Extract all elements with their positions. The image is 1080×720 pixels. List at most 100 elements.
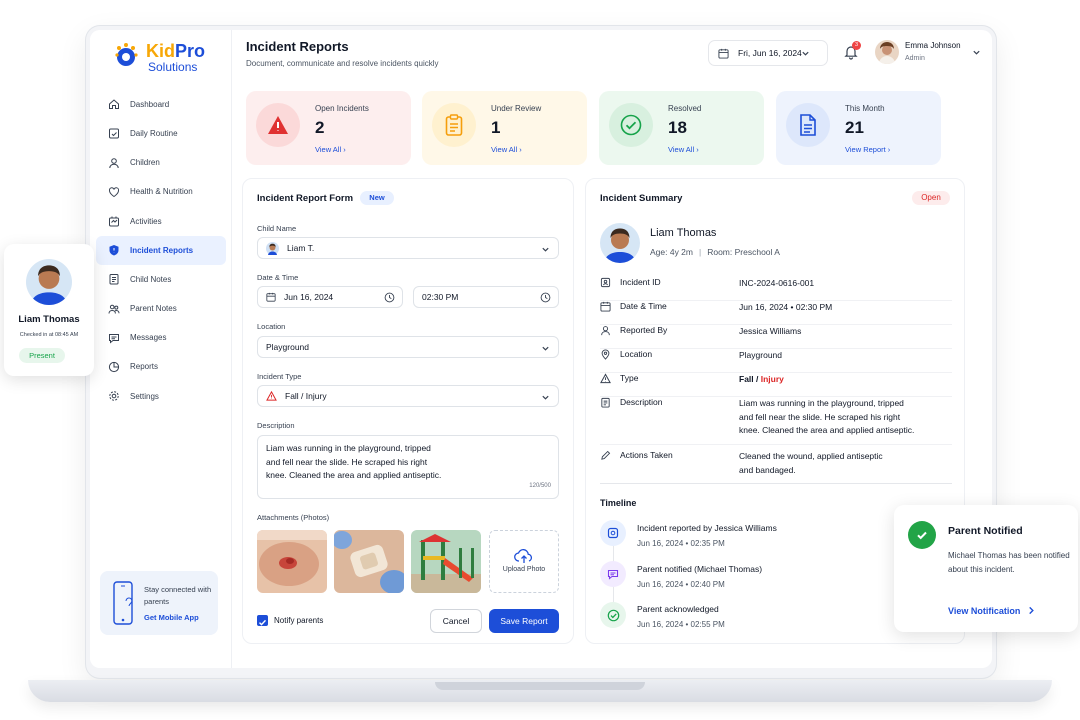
note-icon: [109, 274, 119, 285]
view-report-link[interactable]: View Report ›: [845, 145, 890, 154]
logo[interactable]: KidPro Solutions: [112, 38, 222, 74]
upload-photo-button[interactable]: Upload Photo: [489, 530, 559, 593]
description-line: and fell near the slide. He scraped his …: [266, 456, 428, 467]
cancel-button[interactable]: Cancel: [430, 609, 482, 633]
stat-open-incidents: Open Incidents 2 View All ›: [246, 91, 411, 165]
timeline-date: Jun 16, 2024 • 02:40 PM: [637, 580, 725, 589]
stat-value: 21: [845, 118, 864, 137]
toast-body: Michael Thomas has been notified about t…: [948, 551, 1070, 574]
attachment-photo-bandage[interactable]: [334, 530, 404, 593]
avatar: [26, 259, 72, 305]
clock-icon: [540, 292, 551, 303]
character-count: 120/500: [529, 482, 551, 489]
summary-row-location: Location Playground: [600, 349, 952, 373]
row-key: Date & Time: [620, 301, 667, 311]
notify-parents-label[interactable]: Notify parents: [274, 616, 323, 625]
stat-this-month: This Month 21 View Report ›: [776, 91, 941, 165]
view-notification-link[interactable]: View Notification: [948, 606, 1035, 616]
child-avatar: [600, 223, 640, 263]
calendar-icon: [718, 48, 729, 59]
date-value: Jun 16, 2024: [284, 292, 334, 302]
location-value: Playground: [266, 342, 310, 352]
sidebar-item-settings[interactable]: Settings: [96, 382, 226, 411]
date-time-label: Date & Time: [257, 273, 299, 282]
sidebar-item-label: Settings: [130, 391, 159, 401]
avatar[interactable]: [875, 40, 899, 64]
sidebar-nav: Dashboard Daily Routine Children Health …: [96, 90, 226, 411]
calendar-icon: [266, 292, 276, 302]
chevron-down-icon: [542, 247, 549, 252]
home-icon: [109, 99, 119, 110]
sidebar-item-reports[interactable]: Reports: [96, 353, 226, 382]
mobile-app-promo[interactable]: Stay connected with parents Get Mobile A…: [100, 571, 218, 635]
sidebar-item-label: Reports: [130, 362, 159, 372]
description-line: knee. Cleaned the area and applied antis…: [266, 470, 442, 480]
stat-resolved: Resolved 18 View All ›: [599, 91, 764, 165]
row-key: Actions Taken: [620, 450, 673, 460]
get-mobile-app-link[interactable]: Get Mobile App: [144, 613, 199, 622]
checkin-card[interactable]: Liam Thomas Checked in at 08:45 AM Prese…: [4, 244, 94, 376]
incident-type-select[interactable]: Fall / Injury: [257, 385, 559, 407]
sidebar-item-parent-notes[interactable]: Parent Notes: [96, 294, 226, 323]
logo-mark-icon: [115, 43, 138, 66]
child-name-select[interactable]: Liam T.: [257, 237, 559, 259]
chevron-down-icon[interactable]: [972, 48, 981, 57]
sidebar-item-daily-routine[interactable]: Daily Routine: [96, 119, 226, 148]
notify-parents-checkbox[interactable]: [257, 615, 268, 626]
new-badge: New: [360, 191, 394, 205]
shield-icon: [109, 245, 119, 256]
laptop-notch: [435, 682, 645, 690]
row-value: Cleaned the wound, applied antiseptic and…: [739, 451, 883, 475]
time-input[interactable]: 02:30 PM: [413, 286, 559, 308]
sidebar-item-incident-reports[interactable]: Incident Reports: [96, 235, 226, 265]
stat-value: 1: [491, 118, 501, 137]
row-value: Jun 16, 2024 • 02:30 PM: [739, 302, 833, 312]
selected-date: Fri, Jun 16, 2024: [738, 48, 802, 58]
view-all-link[interactable]: View All ›: [668, 145, 699, 154]
location-label: Location: [257, 322, 286, 331]
sidebar-item-activities[interactable]: Activities: [96, 207, 226, 236]
notification-badge: 3: [852, 41, 861, 50]
row-value: INC-2024-0616-001: [739, 278, 815, 288]
heart-icon: [108, 187, 120, 197]
chevron-right-icon: [1029, 606, 1035, 615]
date-input[interactable]: Jun 16, 2024: [257, 286, 403, 308]
sidebar-item-health[interactable]: Health & Nutrition: [96, 178, 226, 207]
summary-row-description: Description Liam was running in the play…: [600, 397, 952, 445]
sidebar-item-dashboard[interactable]: Dashboard: [96, 90, 226, 119]
chevron-down-icon: [542, 346, 549, 351]
incident-type-label: Incident Type: [257, 372, 302, 381]
sidebar-item-children[interactable]: Children: [96, 148, 226, 177]
location-select[interactable]: Playground: [257, 336, 559, 358]
brand-name: KidPro: [146, 41, 206, 61]
attachment-photo-knee[interactable]: [257, 530, 327, 593]
check-circle-icon: [600, 602, 626, 628]
stat-label: Open Incidents: [315, 104, 369, 113]
phone-icon: [113, 581, 133, 625]
save-report-button[interactable]: Save Report: [489, 609, 559, 633]
check-circle-icon: [609, 103, 653, 147]
timeline-event: Parent acknowledged: [637, 604, 719, 614]
description-textarea[interactable]: Liam was running in the playground, trip…: [257, 435, 559, 499]
description-line: Liam was running in the playground, trip…: [266, 443, 431, 453]
row-key: Type: [620, 373, 639, 383]
row-key: Incident ID: [620, 277, 661, 287]
note-icon: [601, 397, 610, 408]
checkin-child-name: Liam Thomas: [18, 314, 80, 325]
attachment-photo-playground[interactable]: [411, 530, 481, 593]
sidebar-item-label: Parent Notes: [130, 304, 177, 314]
activity-icon: [109, 216, 119, 227]
id-icon: [600, 277, 611, 288]
person-icon: [109, 157, 119, 168]
view-all-link[interactable]: View All ›: [491, 145, 522, 154]
location-pin-icon: [601, 349, 610, 360]
app-window: KidPro Solutions Dashboard Daily Routine…: [90, 30, 992, 668]
stat-under-review: Under Review 1 View All ›: [422, 91, 587, 165]
chevron-down-icon: [802, 51, 809, 56]
sidebar-item-messages[interactable]: Messages: [96, 324, 226, 353]
date-picker[interactable]: Fri, Jun 16, 2024: [708, 40, 828, 66]
checkin-time: Checked in at 08:45 AM: [19, 332, 79, 338]
view-all-link[interactable]: View All ›: [315, 145, 346, 154]
sidebar-item-child-notes[interactable]: Child Notes: [96, 265, 226, 294]
stat-value: 2: [315, 118, 325, 137]
